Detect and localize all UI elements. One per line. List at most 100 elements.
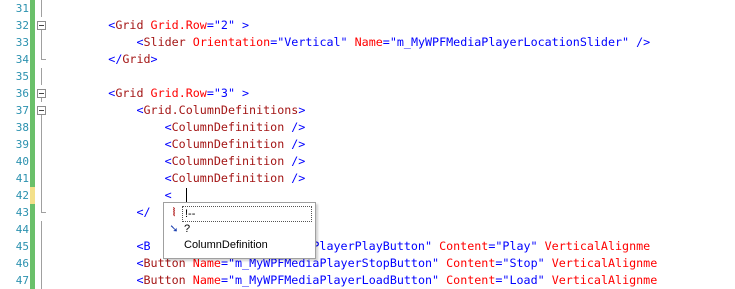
saved-change-marker (30, 238, 35, 255)
code-line[interactable]: 32 <Grid Grid.Row="2" > (0, 17, 735, 34)
collapse-outline-icon[interactable] (36, 102, 48, 119)
line-number: 41 (15, 172, 29, 185)
code-line[interactable]: 39 <ColumnDefinition /> (0, 136, 735, 153)
code-line[interactable]: 46 <Button Name="m_MyWPFMediaPlayerStopB… (0, 255, 735, 272)
code-line[interactable]: 33 <Slider Orientation="Vertical" Name="… (0, 34, 735, 51)
line-number: 47 (15, 274, 29, 287)
outline-guide (36, 51, 48, 68)
code-line[interactable]: 42 < (0, 187, 735, 204)
line-number: 34 (15, 53, 29, 66)
processing-instruction-icon: ➘ (169, 223, 179, 235)
outline-guide (36, 187, 48, 204)
code-text: <Button Name="m_MyWPFMediaPlayerStopButt… (52, 255, 657, 272)
code-text: <B WPFMediaPlayerPlayButton" Content="Pl… (52, 238, 650, 255)
code-text: <ColumnDefinition /> (52, 170, 306, 187)
saved-change-marker (30, 0, 35, 17)
code-line[interactable]: 34 </Grid> (0, 51, 735, 68)
code-token: </ (136, 205, 151, 219)
code-token: VerticalAlignme (551, 273, 658, 287)
text-cursor (186, 188, 187, 203)
outline-guide (36, 68, 48, 85)
completion-item-label: ? (184, 223, 191, 235)
code-line[interactable]: 31 (0, 0, 735, 17)
element-icon (167, 238, 181, 252)
code-token: /> (284, 120, 306, 134)
code-token: < (164, 154, 172, 168)
collapse-outline-icon[interactable] (36, 85, 48, 102)
code-line[interactable]: 40 <ColumnDefinition /> (0, 153, 735, 170)
xaml-code-editor[interactable]: 31 32 <Grid Grid.Row="2" >33 <Slider Orie… (0, 0, 735, 289)
saved-change-marker (30, 68, 35, 85)
code-token: ColumnDefinition (171, 154, 285, 168)
saved-change-marker (30, 255, 35, 272)
code-token: Grid.Row (150, 18, 207, 32)
outline-guide (36, 0, 48, 17)
line-number: 32 (15, 19, 29, 32)
code-token: Name (192, 273, 221, 287)
completion-item-label: ColumnDefinition (184, 239, 268, 251)
code-line[interactable]: 45 <B WPFMediaPlayerPlayButton" Content=… (0, 238, 735, 255)
outline-guide (36, 255, 48, 272)
code-line[interactable]: 37 <Grid.ColumnDefinitions> (0, 102, 735, 119)
code-token: ="Play" (488, 239, 538, 253)
line-number: 40 (15, 155, 29, 168)
code-token: < (164, 188, 172, 202)
code-token: Content (446, 273, 496, 287)
saved-change-marker (30, 85, 35, 102)
code-token: ColumnDefinition (171, 120, 285, 134)
code-token: Grid.Row (150, 86, 207, 100)
completion-item[interactable]: ➘? (164, 221, 315, 237)
code-token: Slider (143, 35, 186, 49)
code-line[interactable]: 47 <Button Name="m_MyWPFMediaPlayerLoadB… (0, 272, 735, 289)
saved-change-marker (30, 221, 35, 238)
code-token: VerticalAlignme (544, 239, 651, 253)
code-line[interactable]: 36 <Grid Grid.Row="3" > (0, 85, 735, 102)
completion-item[interactable]: ColumnDefinition (164, 237, 315, 253)
saved-change-marker (30, 102, 35, 119)
code-text: <ColumnDefinition /> (52, 136, 306, 153)
code-line[interactable]: 38 <ColumnDefinition /> (0, 119, 735, 136)
completion-item-label: !-- (182, 206, 312, 222)
code-token: < (136, 256, 144, 270)
code-token: ="3" (206, 86, 235, 100)
line-number: 43 (15, 206, 29, 219)
unsaved-change-marker (30, 187, 35, 204)
code-token: /> (284, 171, 306, 185)
code-line[interactable]: 35 (0, 68, 735, 85)
saved-change-marker (30, 51, 35, 68)
line-number: 44 (15, 223, 29, 236)
code-token: Grid (115, 86, 144, 100)
collapse-outline-icon[interactable] (36, 17, 48, 34)
code-token: > (235, 86, 250, 100)
code-text: <Grid.ColumnDefinitions> (52, 102, 305, 119)
code-text: < (52, 187, 172, 204)
code-line[interactable]: 44 (0, 221, 735, 238)
saved-change-marker (30, 17, 35, 34)
outline-guide (36, 153, 48, 170)
outline-guide (36, 170, 48, 187)
code-token: ="m_MyWPFMediaPlayerLocationSlider" (382, 35, 630, 49)
code-line[interactable]: 41 <ColumnDefinition /> (0, 170, 735, 187)
completion-item[interactable]: ⦚ !-- (164, 205, 315, 222)
code-token: Button (143, 273, 186, 287)
code-token: ="Load" (495, 273, 545, 287)
line-number: 39 (15, 138, 29, 151)
intellisense-completion-list[interactable]: ⦚ !-- ➘? ColumnDefinition (163, 202, 316, 259)
code-token: Orientation (192, 35, 271, 49)
code-token: ="Vertical" (270, 35, 348, 49)
code-line[interactable]: 43 </ itions> (0, 204, 735, 221)
code-token: > (298, 103, 306, 117)
